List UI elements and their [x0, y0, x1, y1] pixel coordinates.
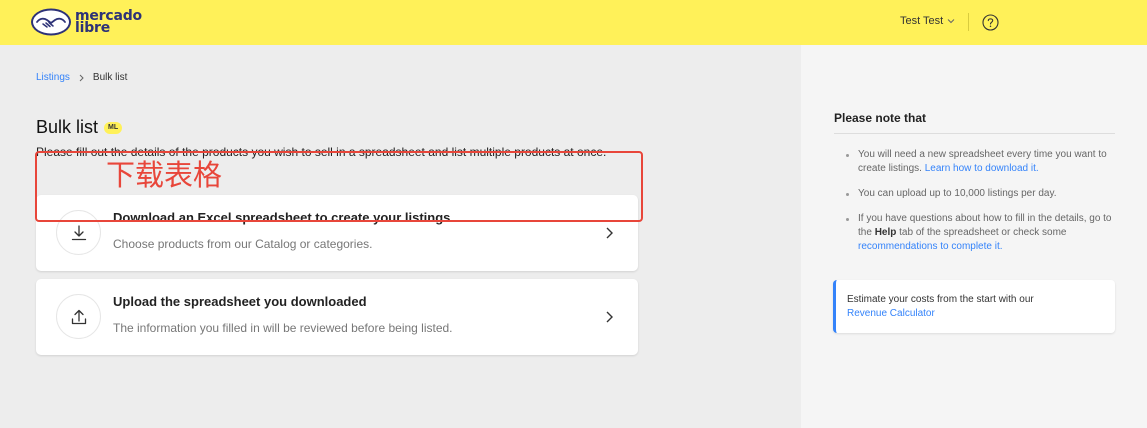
sidebar-divider	[834, 133, 1115, 134]
page-title-text: Bulk list	[36, 117, 99, 137]
breadcrumb-listings-link[interactable]: Listings	[36, 72, 70, 83]
note-text: tab of the spreadsheet or check some	[899, 227, 1067, 238]
note-item: You will need a new spreadsheet every ti…	[834, 148, 1119, 176]
page-subtitle: Please fill out the details of the produ…	[36, 145, 607, 159]
recommendations-link[interactable]: recommendations to complete it.	[858, 241, 1003, 252]
upload-icon	[71, 309, 86, 324]
user-name: Test Test	[900, 15, 944, 27]
header-divider	[968, 13, 969, 31]
breadcrumb-current: Bulk list	[92, 72, 128, 83]
info-sidebar: Please note that You will need a new spr…	[801, 45, 1147, 428]
download-spreadsheet-card[interactable]: Download an Excel spreadsheet to create …	[36, 195, 638, 271]
upload-card-description: The information you filled in will be re…	[113, 321, 453, 335]
notice-text: Estimate your costs from the start with …	[847, 294, 1034, 305]
chevron-down-icon	[947, 19, 955, 24]
revenue-calculator-link[interactable]: Revenue Calculator	[847, 307, 1115, 321]
download-icon	[71, 224, 86, 240]
revenue-calculator-notice: Estimate your costs from the start with …	[833, 280, 1115, 333]
page-title: Bulk list ML	[36, 117, 123, 138]
handshake-logo-icon	[31, 8, 71, 36]
chevron-right-icon	[79, 74, 84, 81]
logo-text: mercado libre	[75, 9, 142, 35]
note-text: You can upload up to 10,000 listings per…	[858, 188, 1057, 199]
upload-card-title: Upload the spreadsheet you downloaded	[113, 294, 367, 309]
download-card-title: Download an Excel spreadsheet to create …	[113, 210, 451, 225]
learn-download-link[interactable]: Learn how to download it.	[925, 163, 1039, 174]
sidebar-title: Please note that	[834, 111, 927, 125]
main-content: Listings Bulk list Bulk list ML Please f…	[0, 45, 801, 428]
user-menu[interactable]: Test Test	[900, 15, 955, 27]
download-icon-circle	[56, 210, 101, 255]
chevron-right-icon	[606, 311, 613, 323]
upload-icon-circle	[56, 294, 101, 339]
mercado-libre-logo[interactable]: mercado libre	[30, 7, 142, 37]
note-bold-help: Help	[874, 227, 897, 238]
annotation-label: 下载表格	[106, 158, 223, 192]
chevron-right-icon	[606, 227, 613, 239]
help-circle-icon[interactable]	[982, 14, 999, 31]
ml-badge: ML	[104, 121, 123, 134]
download-card-description: Choose products from our Catalog or cate…	[113, 237, 373, 251]
breadcrumb: Listings Bulk list	[36, 72, 127, 83]
note-item: You can upload up to 10,000 listings per…	[834, 187, 1119, 201]
upload-spreadsheet-card[interactable]: Upload the spreadsheet you downloaded Th…	[36, 279, 638, 355]
note-item: If you have questions about how to fill …	[834, 212, 1119, 254]
notes-list: You will need a new spreadsheet every ti…	[834, 148, 1119, 265]
top-header: mercado libre Test Test	[0, 0, 1147, 45]
